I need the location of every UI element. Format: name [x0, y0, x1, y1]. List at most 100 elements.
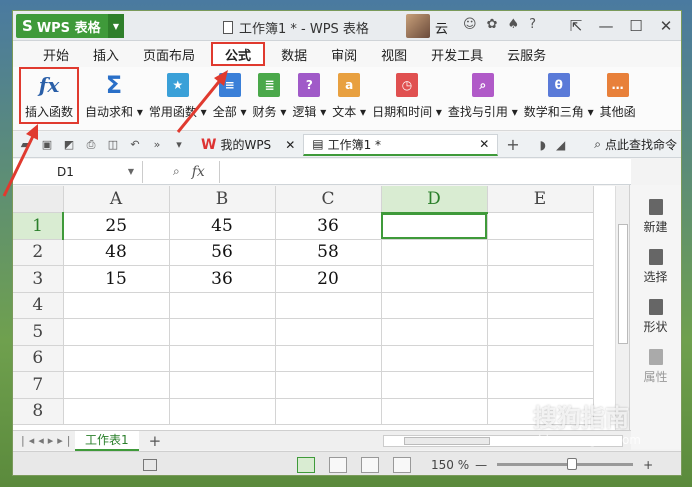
- column-header-c[interactable]: C: [275, 186, 382, 213]
- cell-a2[interactable]: 48: [63, 239, 170, 266]
- cell-c5[interactable]: [275, 318, 382, 346]
- tab-list-icon[interactable]: ◗: [540, 138, 546, 152]
- wps-app-menu-button[interactable]: S WPS 表格 ▼: [16, 14, 124, 38]
- ribbon-button-5[interactable]: ? 逻辑 ▾: [292, 67, 326, 120]
- cell-b3[interactable]: 36: [169, 265, 276, 293]
- cell-a5[interactable]: [63, 318, 170, 346]
- formula-input[interactable]: [218, 160, 631, 183]
- export-pdf-icon[interactable]: ◩: [61, 138, 77, 152]
- ribbon-button-6[interactable]: a 文本 ▾: [332, 67, 366, 120]
- cell-a1[interactable]: 25: [63, 212, 170, 240]
- cell-d5[interactable]: [381, 318, 488, 346]
- help-icon[interactable]: ?: [529, 17, 536, 32]
- tab-my-wps[interactable]: W 我的WPS ✕: [193, 134, 303, 156]
- vertical-scroll-thumb[interactable]: [618, 224, 628, 344]
- user-name[interactable]: 云: [435, 18, 448, 37]
- ribbon-button-10[interactable]: … 其他函: [600, 67, 636, 120]
- cell-c6[interactable]: [275, 345, 382, 372]
- zoom-slider[interactable]: [497, 458, 634, 470]
- cell-a3[interactable]: 15: [63, 265, 170, 293]
- column-header-d[interactable]: D: [381, 186, 488, 214]
- tab-menu-icon[interactable]: ◢: [556, 138, 565, 152]
- cell-a6[interactable]: [63, 345, 170, 372]
- open-folder-icon[interactable]: ▰: [17, 138, 33, 152]
- ribbon-button-7[interactable]: ◷ 日期和时间 ▾: [372, 67, 442, 120]
- more-icon[interactable]: »: [149, 138, 165, 152]
- ribbon-button-4[interactable]: ≣ 财务 ▾: [253, 67, 286, 120]
- settings-icon[interactable]: ✿: [487, 17, 498, 32]
- undo-icon[interactable]: ↶: [127, 138, 143, 152]
- cell-c8[interactable]: [275, 398, 382, 425]
- cell-a7[interactable]: [63, 371, 170, 399]
- cell-d1[interactable]: [381, 212, 488, 240]
- side-panel-item-0[interactable]: 新建: [630, 199, 681, 235]
- row-header[interactable]: 4: [13, 292, 64, 319]
- ribbon-button-1[interactable]: Σ 自动求和 ▾: [85, 67, 143, 120]
- cell-b5[interactable]: [169, 318, 276, 346]
- tab-1[interactable]: 插入: [81, 42, 131, 66]
- cell-d2[interactable]: [381, 239, 488, 266]
- cell-d4[interactable]: [381, 292, 488, 319]
- chevron-down-icon[interactable]: ▼: [108, 14, 124, 38]
- zoom-in-icon[interactable]: +: [643, 458, 653, 472]
- zoom-level[interactable]: 150 %: [431, 458, 469, 472]
- cell-e5[interactable]: [487, 318, 594, 346]
- column-header-e[interactable]: E: [487, 186, 594, 213]
- cell-e1[interactable]: [487, 212, 594, 240]
- ribbon-button-8[interactable]: ⌕ 查找与引用 ▾: [448, 67, 518, 120]
- cell-e2[interactable]: [487, 239, 594, 266]
- tab-4[interactable]: 数据: [269, 42, 319, 66]
- side-panel-item-3[interactable]: 属性: [630, 349, 681, 385]
- fullscreen-icon[interactable]: ⇱: [561, 11, 591, 41]
- cell-e7[interactable]: [487, 371, 594, 399]
- save-icon[interactable]: ▣: [39, 138, 55, 152]
- cell-d7[interactable]: [381, 371, 488, 399]
- ribbon-button-2[interactable]: ★ 常用函数 ▾: [149, 67, 207, 120]
- add-sheet-icon[interactable]: +: [149, 432, 162, 450]
- close-tab-icon[interactable]: ✕: [285, 138, 295, 152]
- side-panel-item-1[interactable]: 选择: [630, 249, 681, 285]
- tab-0[interactable]: 开始: [31, 42, 81, 66]
- cell-b7[interactable]: [169, 371, 276, 399]
- row-header[interactable]: 6: [13, 345, 64, 372]
- page-break-view-button[interactable]: [329, 456, 347, 473]
- cell-c7[interactable]: [275, 371, 382, 399]
- tab-8[interactable]: 云服务: [495, 42, 558, 66]
- tab-7[interactable]: 开发工具: [419, 42, 495, 66]
- ribbon-button-0[interactable]: fx 插入函数: [19, 67, 80, 124]
- shirt-icon[interactable]: ♠: [507, 17, 519, 32]
- cell-b8[interactable]: [169, 398, 276, 425]
- cell-b2[interactable]: 56: [169, 239, 276, 266]
- command-search[interactable]: ⌕ 点此查找命令: [594, 136, 677, 153]
- row-header[interactable]: 8: [13, 398, 64, 425]
- cell-d3[interactable]: [381, 265, 488, 293]
- tab-5[interactable]: 审阅: [319, 42, 369, 66]
- cell-d6[interactable]: [381, 345, 488, 372]
- skin-icon[interactable]: ☺: [463, 17, 477, 32]
- close-icon[interactable]: ✕: [651, 11, 681, 41]
- close-tab-icon[interactable]: ✕: [479, 137, 489, 151]
- ribbon-button-3[interactable]: ≡ 全部 ▾: [213, 67, 247, 120]
- cell-e4[interactable]: [487, 292, 594, 319]
- customize-icon[interactable]: ▾: [171, 138, 187, 152]
- cell-e6[interactable]: [487, 345, 594, 372]
- reading-mode-button[interactable]: [393, 456, 411, 473]
- tab-workbook1[interactable]: ▤ 工作簿1 * ✕: [303, 133, 499, 156]
- column-header-b[interactable]: B: [169, 186, 276, 213]
- new-tab-icon[interactable]: +: [506, 135, 519, 154]
- cell-c3[interactable]: 20: [275, 265, 382, 293]
- cell-c2[interactable]: 58: [275, 239, 382, 266]
- cell-c4[interactable]: [275, 292, 382, 319]
- cell-c1[interactable]: 36: [275, 212, 382, 240]
- zoom-slider-knob[interactable]: [567, 458, 578, 470]
- page-layout-view-button[interactable]: [361, 456, 379, 473]
- normal-view-button[interactable]: [297, 456, 315, 473]
- cell-a8[interactable]: [63, 398, 170, 425]
- column-header-a[interactable]: A: [63, 186, 170, 213]
- row-header[interactable]: 2: [13, 239, 64, 266]
- avatar[interactable]: [406, 14, 430, 38]
- ribbon-button-9[interactable]: θ 数学和三角 ▾: [524, 67, 594, 120]
- sheet-nav-arrows[interactable]: |◂◂▸▸|: [13, 434, 75, 447]
- tab-3[interactable]: 公式: [211, 42, 266, 66]
- side-panel-item-2[interactable]: 形状: [630, 299, 681, 335]
